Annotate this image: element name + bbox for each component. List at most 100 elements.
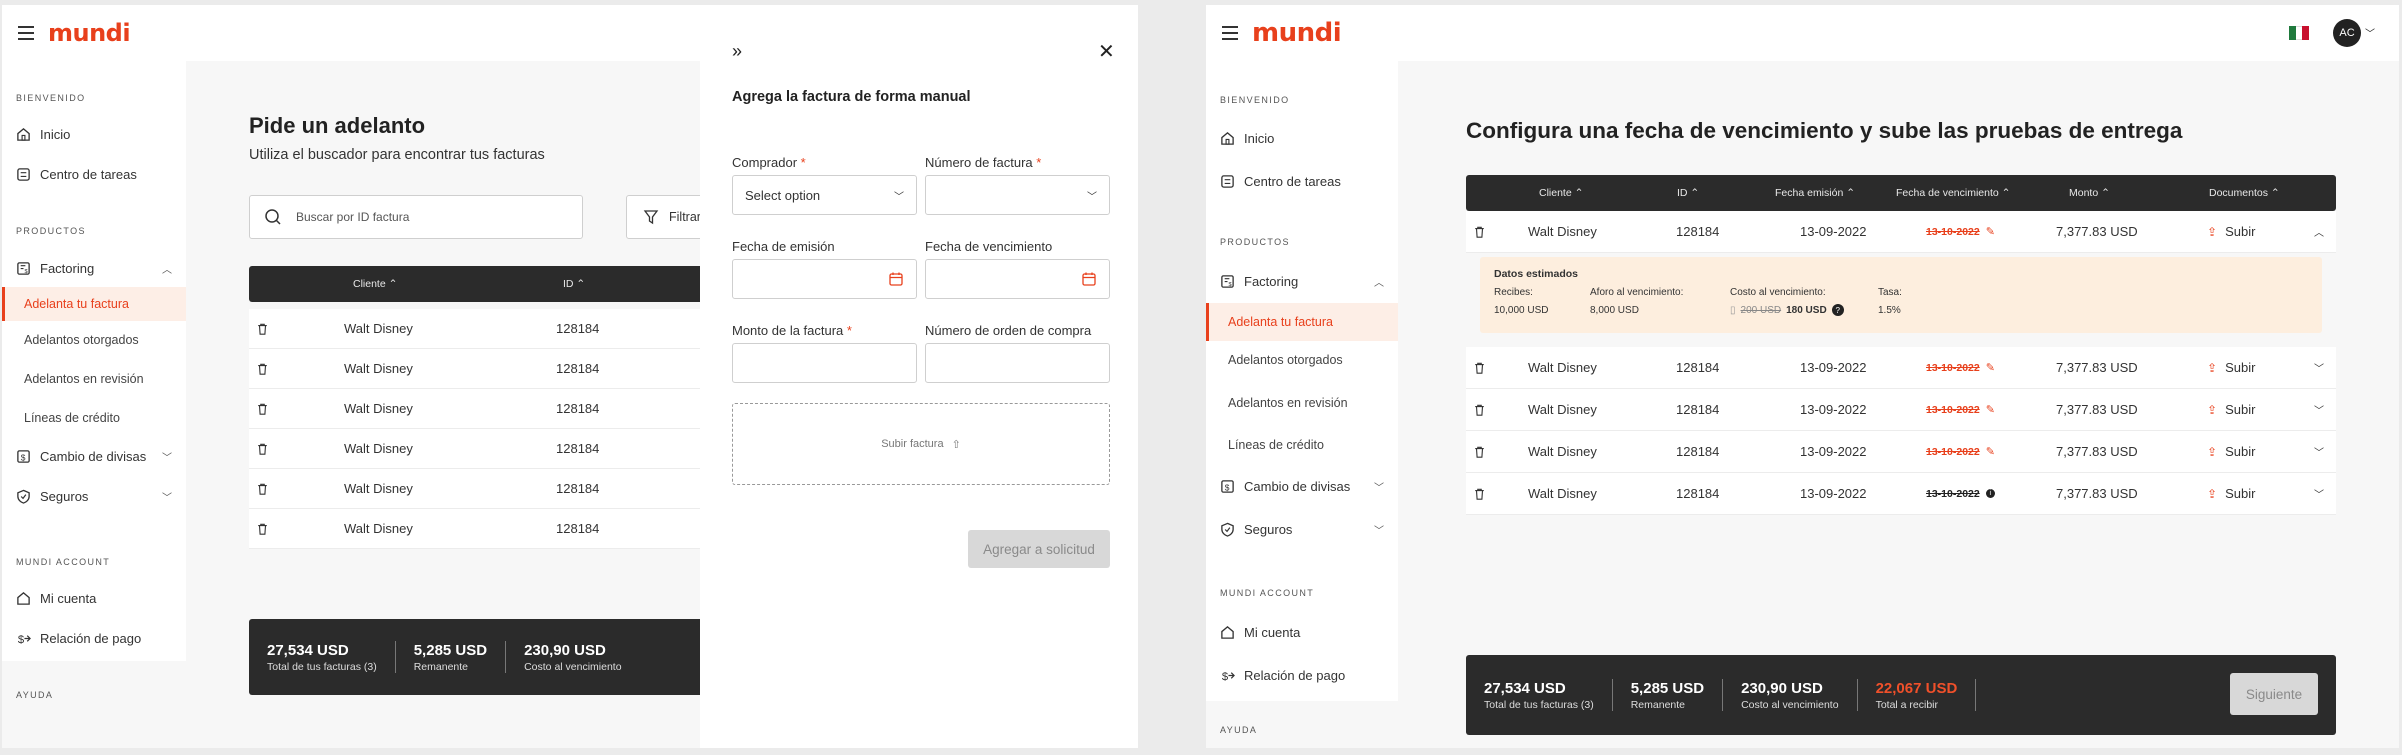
trash-icon[interactable] — [257, 363, 268, 375]
help-icon[interactable]: ? — [1831, 304, 1844, 316]
table-row[interactable]: Walt Disney 128184 13-09-2022 13-10-2022 ✎ 7,… — [1466, 347, 2336, 389]
costo-new: 180 USD — [1786, 304, 1827, 316]
sidebar-item-divisas[interactable]: $ Cambio de divisas ﹀ — [2, 449, 186, 464]
trash-icon[interactable] — [257, 443, 268, 455]
search-input[interactable]: Buscar por ID factura — [249, 195, 583, 239]
table-row[interactable]: Walt Disney 128184 — [249, 309, 709, 349]
sidebar-item-inicio[interactable]: Inicio — [2, 127, 186, 142]
sidebar-item-cuenta[interactable]: Mi cuenta — [1206, 625, 1398, 640]
chevron-down-icon[interactable]: ﹀ — [2314, 486, 2324, 501]
sidebar-item-adelanta[interactable]: Adelanta tu factura — [1206, 303, 1398, 341]
avatar[interactable]: AC — [2333, 19, 2361, 47]
next-button[interactable]: Siguiente — [2230, 673, 2318, 715]
emision-date-input[interactable] — [732, 259, 917, 299]
sidebar-item-revision[interactable]: Adelantos en revisión — [1206, 394, 1348, 412]
sidebar-item-relacion[interactable]: $ Relación de pago — [1206, 668, 1398, 683]
sidebar-item-factoring[interactable]: $ Factoring ︿ — [1206, 274, 1398, 289]
chevron-down-icon: ﹀ — [162, 493, 172, 504]
edit-icon[interactable]: ✎ — [1986, 225, 1995, 238]
sidebar-item-seguros[interactable]: Seguros ﹀ — [1206, 522, 1398, 537]
chevron-down-icon[interactable]: ﹀ — [2365, 25, 2375, 40]
comprador-select[interactable]: Select option ﹀ — [732, 175, 917, 215]
column-emision[interactable]: Fecha emisión ⌃ — [1775, 187, 1855, 199]
upload-button[interactable]: ⇪ Subir — [2207, 360, 2255, 375]
table-row[interactable]: Walt Disney 128184 — [249, 349, 709, 389]
upload-button[interactable]: ⇪ Subir — [2207, 444, 2255, 459]
sidebar-item-lineas[interactable]: Líneas de crédito — [2, 409, 120, 427]
cell-vencimiento[interactable]: 13-10-2022 ✎ — [1926, 403, 1995, 417]
menu-icon[interactable] — [1222, 26, 1238, 40]
cell-vencimiento[interactable]: 13-10-2022 ✎ — [1926, 225, 1995, 239]
comprador-value: Select option — [745, 187, 821, 203]
column-vencimiento[interactable]: Fecha de vencimiento ⌃ — [1896, 187, 2010, 199]
sidebar-item-tareas[interactable]: Centro de tareas — [2, 167, 186, 182]
sidebar-item-tareas[interactable]: Centro de tareas — [1206, 174, 1398, 189]
table-row[interactable]: Walt Disney 128184 13-09-2022 13-10-2022 ✎ 7,… — [1466, 211, 2336, 253]
chevron-up-icon[interactable]: ︿ — [2314, 224, 2324, 239]
table-row[interactable]: Walt Disney 128184 13-09-2022 13-10-2022 ✎ 7,… — [1466, 389, 2336, 431]
edit-icon[interactable]: ✎ — [1986, 445, 1995, 458]
close-icon[interactable]: ✕ — [1098, 39, 1115, 64]
upload-button[interactable]: ⇪ Subir — [2207, 402, 2255, 417]
sidebar-item-inicio[interactable]: Inicio — [1206, 131, 1398, 146]
trash-icon[interactable] — [1474, 362, 1485, 374]
numero-select[interactable]: ﹀ — [925, 175, 1110, 215]
table-row[interactable]: Walt Disney 128184 — [249, 429, 709, 469]
orden-input[interactable] — [925, 343, 1110, 383]
table-row[interactable]: Walt Disney 128184 13-09-2022 13-10-2022 i 7,… — [1466, 473, 2336, 515]
table-row[interactable]: Walt Disney 128184 13-09-2022 13-10-2022 ✎ 7,… — [1466, 431, 2336, 473]
upload-icon: ⇪ — [2207, 444, 2218, 459]
column-id[interactable]: ID ⌃ — [563, 278, 585, 290]
vencimiento-date-input[interactable] — [925, 259, 1110, 299]
chevron-down-icon[interactable]: ﹀ — [2314, 360, 2324, 375]
table-row[interactable]: Walt Disney 128184 — [249, 389, 709, 429]
trash-icon[interactable] — [257, 483, 268, 495]
trash-icon[interactable] — [1474, 446, 1485, 458]
collapse-icon[interactable]: » — [732, 41, 742, 62]
table-row[interactable]: Walt Disney 128184 — [249, 469, 709, 509]
trash-icon[interactable] — [257, 323, 268, 335]
upload-dropzone[interactable]: Subir factura ⇧ — [732, 403, 1110, 485]
sidebar-item-factoring[interactable]: $ Factoring ︿ — [2, 261, 186, 276]
chevron-down-icon[interactable]: ﹀ — [2314, 444, 2324, 459]
sidebar-item-revision[interactable]: Adelantos en revisión — [2, 370, 144, 388]
monto-input[interactable] — [732, 343, 917, 383]
calendar-icon[interactable] — [888, 271, 904, 287]
column-cliente[interactable]: Cliente ⌃ — [1539, 187, 1583, 199]
column-documentos[interactable]: Documentos ⌃ — [2209, 187, 2280, 199]
column-cliente[interactable]: Cliente ⌃ — [353, 278, 397, 290]
chevron-down-icon[interactable]: ﹀ — [2314, 402, 2324, 417]
sidebar-item-lineas[interactable]: Líneas de crédito — [1206, 436, 1324, 454]
sidebar-item-cuenta[interactable]: Mi cuenta — [2, 591, 186, 606]
edit-icon[interactable]: ✎ — [1986, 403, 1995, 416]
sidebar-item-otorgados[interactable]: Adelantos otorgados — [2, 331, 139, 349]
upload-button[interactable]: ⇪ Subir — [2207, 224, 2255, 239]
sidebar-item-seguros[interactable]: Seguros ﹀ — [2, 489, 186, 504]
sidebar-item-divisas[interactable]: $ Cambio de divisas ﹀ — [1206, 479, 1398, 494]
sidebar-item-relacion[interactable]: $ Relación de pago — [2, 631, 186, 646]
upload-button[interactable]: ⇪ Subir — [2207, 486, 2255, 501]
trash-icon[interactable] — [257, 403, 268, 415]
trash-icon[interactable] — [1474, 226, 1485, 238]
info-icon[interactable]: i — [1985, 489, 1995, 498]
edit-icon[interactable]: ✎ — [1986, 361, 1995, 374]
trash-icon[interactable] — [257, 523, 268, 535]
cell-vencimiento[interactable]: 13-10-2022 i — [1926, 488, 1995, 500]
column-monto[interactable]: Monto ⌃ — [2069, 187, 2110, 199]
cell-vencimiento[interactable]: 13-10-2022 ✎ — [1926, 445, 1995, 459]
sidebar-item-otorgados[interactable]: Adelantos otorgados — [1206, 351, 1343, 369]
trash-icon[interactable] — [1474, 404, 1485, 416]
section-mundi-account: MUNDI ACCOUNT — [16, 557, 111, 567]
menu-icon[interactable] — [18, 26, 34, 40]
column-id[interactable]: ID ⌃ — [1677, 187, 1699, 199]
cell-vencimiento[interactable]: 13-10-2022 ✎ — [1926, 361, 1995, 375]
tasks-icon — [1221, 175, 1234, 188]
add-to-request-button[interactable]: Agregar a solicitud — [968, 530, 1110, 568]
table-row[interactable]: Walt Disney 128184 — [249, 509, 709, 549]
calendar-icon[interactable] — [1081, 271, 1097, 287]
filter-button[interactable]: Filtrar — [626, 195, 706, 239]
flag-icon[interactable] — [2289, 26, 2310, 40]
trash-icon[interactable] — [1474, 488, 1485, 500]
estimated-data-panel: Datos estimados Recibes: 10,000 USD Afor… — [1480, 257, 2322, 333]
sidebar-item-adelanta[interactable]: Adelanta tu factura — [2, 287, 186, 321]
